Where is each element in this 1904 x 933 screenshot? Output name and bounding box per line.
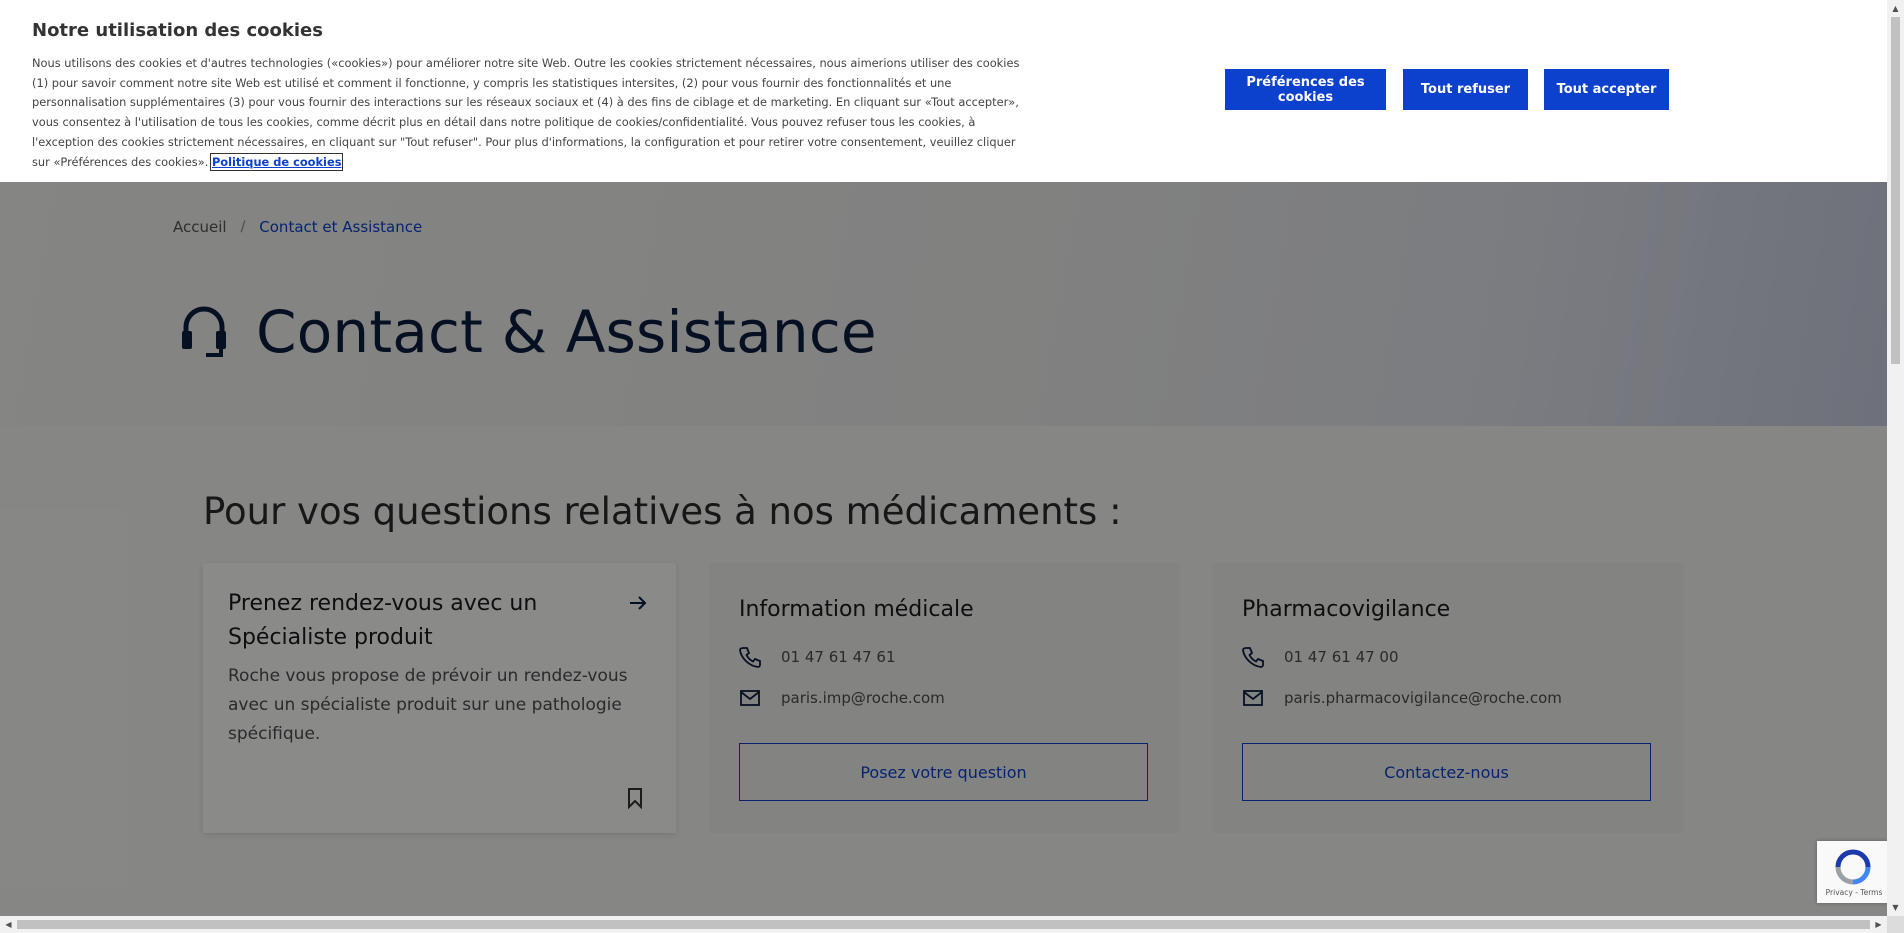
vertical-scrollbar[interactable]: ▲ ▼ xyxy=(1887,0,1904,916)
horizontal-scroll-thumb[interactable] xyxy=(17,920,1870,929)
cookie-banner-text: Nous utilisons des cookies et d'autres t… xyxy=(32,54,1027,172)
cookie-policy-link[interactable]: Politique de cookies xyxy=(209,152,344,171)
vertical-scroll-thumb[interactable] xyxy=(1891,17,1900,364)
accept-all-button[interactable]: Tout accepter xyxy=(1544,69,1669,110)
horizontal-scrollbar[interactable]: ◀ ▶ xyxy=(0,916,1887,933)
recaptcha-label[interactable]: Privacy - Terms xyxy=(1821,888,1887,897)
scroll-down-icon[interactable]: ▼ xyxy=(1887,899,1904,916)
recaptcha-badge[interactable]: Privacy - Terms xyxy=(1817,841,1887,903)
recaptcha-icon xyxy=(1835,849,1871,885)
cookie-banner-body: Nous utilisons des cookies et d'autres t… xyxy=(32,56,1020,169)
cookie-preferences-button[interactable]: Préférences des cookies xyxy=(1225,69,1386,110)
scroll-left-icon[interactable]: ◀ xyxy=(0,916,17,933)
scrollbar-corner xyxy=(1887,916,1904,933)
cookie-banner-title: Notre utilisation des cookies xyxy=(32,20,323,41)
scroll-right-icon[interactable]: ▶ xyxy=(1870,916,1887,933)
refuse-all-button[interactable]: Tout refuser xyxy=(1403,69,1528,110)
page: Accueil / Contact et Assistance Contact … xyxy=(0,0,1887,916)
scroll-up-icon[interactable]: ▲ xyxy=(1887,0,1904,17)
cookie-banner: Notre utilisation des cookies Nous utili… xyxy=(0,0,1887,182)
